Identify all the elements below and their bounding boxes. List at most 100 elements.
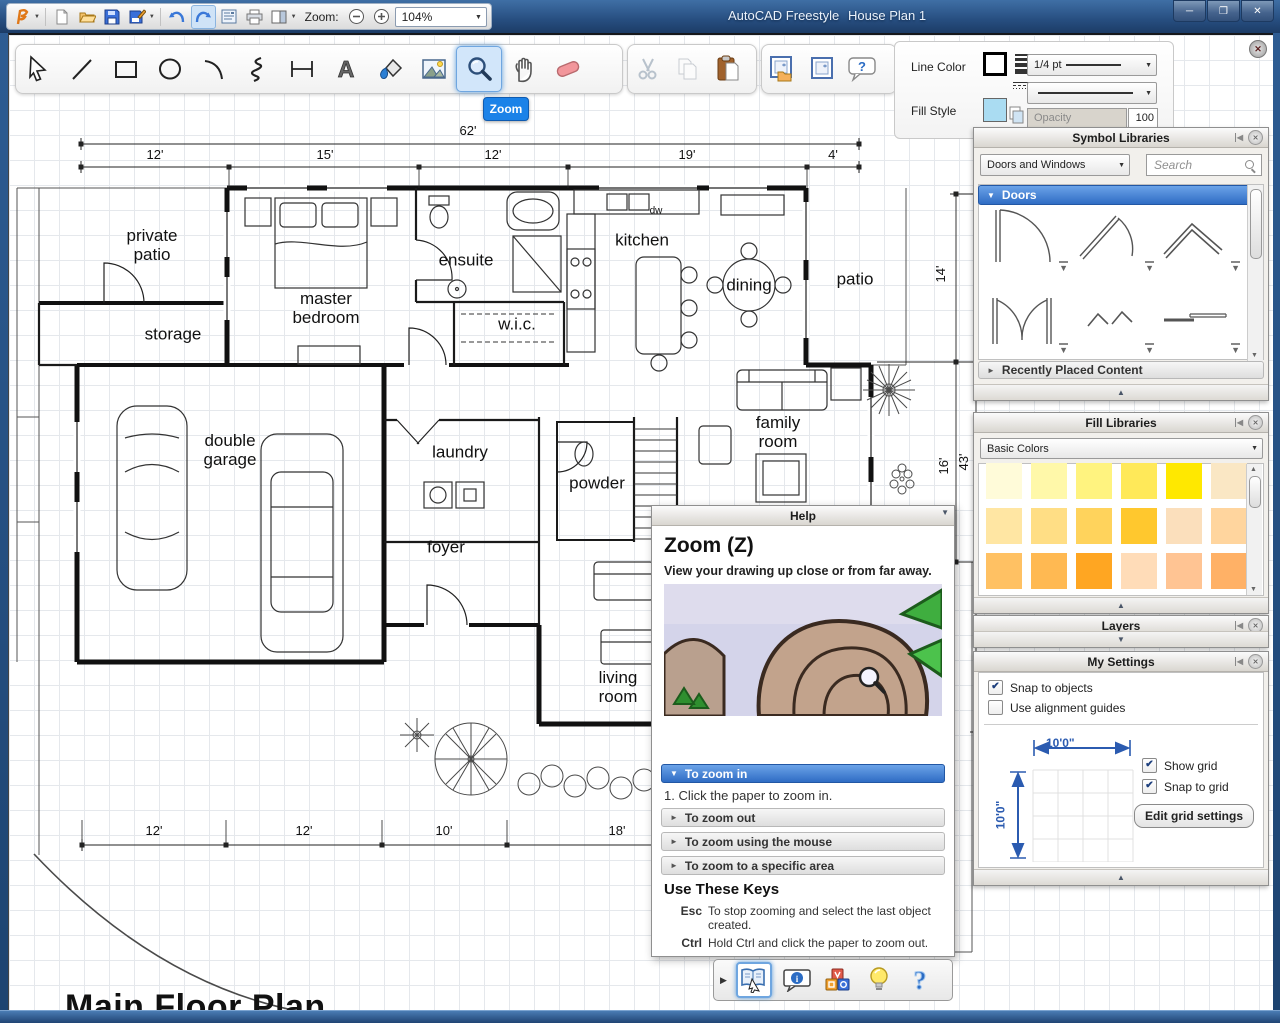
panel-expand-strip[interactable]: ▼ xyxy=(974,631,1268,647)
insert-drawing-tool[interactable] xyxy=(762,47,802,91)
close-panel-icon[interactable]: ✕ xyxy=(1248,654,1263,669)
fill-tool[interactable] xyxy=(368,47,412,91)
new-document-button[interactable] xyxy=(51,6,74,28)
pocket-door[interactable]: ▼ xyxy=(1156,286,1242,358)
search-icon[interactable] xyxy=(1244,159,1256,171)
line-tool[interactable] xyxy=(60,47,104,91)
drawing-canvas[interactable]: 62' 12' 15' 12' 19' 4' 12' 12' 10' 18' 1… xyxy=(8,33,1273,1012)
alignment-guides-checkbox[interactable] xyxy=(988,700,1003,715)
fill-swatch[interactable] xyxy=(1031,463,1067,499)
zoom-in-button[interactable] xyxy=(370,6,393,28)
french-double-door[interactable]: ▼ xyxy=(984,286,1070,358)
panel-collapse-strip[interactable]: ▲ xyxy=(974,384,1268,400)
fill-swatch[interactable] xyxy=(1031,508,1067,544)
help-question-button[interactable]: ? xyxy=(904,964,936,996)
opacity-value[interactable]: 100 xyxy=(1128,108,1158,128)
select-tool[interactable] xyxy=(16,47,60,91)
show-grid-checkbox[interactable]: ✔ xyxy=(1142,758,1157,773)
edit-grid-settings-button[interactable]: Edit grid settings xyxy=(1134,804,1254,828)
fill-swatch[interactable] xyxy=(1166,508,1202,544)
zoom-out-button[interactable] xyxy=(345,6,368,28)
fill-swatch[interactable] xyxy=(986,508,1022,544)
learning-resources-button[interactable] xyxy=(822,964,854,996)
panel-collapse-strip[interactable]: ▲ xyxy=(974,597,1268,613)
symbol-variant-caret[interactable]: ▼ xyxy=(1231,261,1240,274)
pan-tool[interactable] xyxy=(502,47,546,91)
fill-scrollbar[interactable]: ▲ ▼ xyxy=(1246,464,1262,595)
collapse-panel-icon[interactable]: ◀ xyxy=(1235,133,1243,142)
fill-swatch[interactable] xyxy=(1121,553,1157,589)
app-menu-button[interactable] xyxy=(11,6,34,28)
fill-swatch[interactable] xyxy=(986,463,1022,499)
snap-to-grid-checkbox[interactable]: ✔ xyxy=(1142,779,1157,794)
double-bifold-door[interactable]: ▼ xyxy=(1070,286,1156,358)
ellipse-tool[interactable] xyxy=(148,47,192,91)
symbol-variant-caret[interactable]: ▼ xyxy=(1231,343,1240,356)
panel-collapse-strip[interactable]: ▲ xyxy=(974,869,1268,885)
help-section-to-zoom-in[interactable]: ▼ To zoom in xyxy=(661,764,945,783)
collapse-panel-icon[interactable]: ◀ xyxy=(1235,657,1243,666)
fill-swatch[interactable] xyxy=(1076,508,1112,544)
print-button[interactable] xyxy=(243,6,266,28)
fill-library-select[interactable]: Basic Colors ▼ xyxy=(980,438,1263,459)
fill-color-swatch[interactable] xyxy=(983,98,1007,122)
save-as-button[interactable] xyxy=(126,6,149,28)
close-button[interactable]: ✕ xyxy=(1241,0,1274,22)
opacity-field[interactable]: Opacity xyxy=(1027,108,1127,128)
zoom-combo-caret[interactable]: ▼ xyxy=(475,14,482,21)
save-button[interactable] xyxy=(101,6,124,28)
scroll-down-icon[interactable]: ▼ xyxy=(1251,352,1258,359)
help-tool[interactable]: ? xyxy=(842,47,882,91)
open-swing-door[interactable]: ▼ xyxy=(1070,204,1156,276)
line-style-dropdown[interactable]: ▼ xyxy=(1027,82,1157,104)
symbol-scrollbar[interactable]: ▼ xyxy=(1247,185,1263,361)
scrollbar-thumb[interactable] xyxy=(1250,189,1262,259)
symbol-variant-caret[interactable]: ▼ xyxy=(1059,261,1068,274)
symbol-variant-caret[interactable]: ▼ xyxy=(1145,261,1154,274)
fill-swatch[interactable] xyxy=(1211,508,1247,544)
fill-swatch[interactable] xyxy=(1166,463,1202,499)
zoom-level-combobox[interactable]: 104% ▼ xyxy=(395,7,487,27)
fill-swatch[interactable] xyxy=(1211,553,1247,589)
collapse-panel-icon[interactable]: ◀ xyxy=(1235,418,1243,427)
help-toolbar-expand-icon[interactable]: ▶ xyxy=(720,975,727,986)
symbol-variant-caret[interactable]: ▼ xyxy=(1145,343,1154,356)
symbol-variant-caret[interactable]: ▼ xyxy=(1059,343,1068,356)
tips-button[interactable] xyxy=(863,964,895,996)
collapse-panel-icon[interactable]: ◀ xyxy=(1235,621,1243,630)
search-input[interactable]: Search xyxy=(1146,154,1262,176)
recently-placed-header[interactable]: ► Recently Placed Content xyxy=(978,361,1264,379)
dimension-tool[interactable] xyxy=(280,47,324,91)
bifold-door[interactable]: ▼ xyxy=(1156,204,1242,276)
image-tool[interactable] xyxy=(412,47,456,91)
canvas-close-icon[interactable]: ✕ xyxy=(1249,40,1267,58)
fill-swatch[interactable] xyxy=(1121,463,1157,499)
properties-button[interactable] xyxy=(218,6,241,28)
panels-button[interactable] xyxy=(268,6,291,28)
minimize-button[interactable]: ─ xyxy=(1173,0,1206,22)
scrollbar-thumb[interactable] xyxy=(1249,476,1261,508)
fill-swatch[interactable] xyxy=(1031,553,1067,589)
fill-swatch[interactable] xyxy=(1076,463,1112,499)
line-color-swatch[interactable] xyxy=(983,52,1007,76)
fill-swatch[interactable] xyxy=(1211,463,1247,499)
eraser-tool[interactable] xyxy=(546,47,590,91)
help-collapse-icon[interactable]: ▼ xyxy=(941,508,949,517)
scroll-down-icon[interactable]: ▼ xyxy=(1250,586,1257,593)
fill-swatch[interactable] xyxy=(986,553,1022,589)
snap-to-objects-checkbox[interactable]: ✔ xyxy=(988,680,1003,695)
new-drawing-window-tool[interactable] xyxy=(802,47,842,91)
maximize-button[interactable]: ❐ xyxy=(1207,0,1240,22)
copy-tool[interactable] xyxy=(668,47,708,91)
fill-swatch[interactable] xyxy=(1121,508,1157,544)
rectangle-tool[interactable] xyxy=(104,47,148,91)
scroll-up-icon[interactable]: ▲ xyxy=(1250,466,1257,473)
fill-swatch[interactable] xyxy=(1076,553,1112,589)
interactive-help-button[interactable] xyxy=(736,962,772,998)
undo-button[interactable] xyxy=(166,6,189,28)
help-section-to-zoom-out[interactable]: ► To zoom out xyxy=(661,808,945,827)
app-menu-caret[interactable]: ▼ xyxy=(34,14,40,20)
freehand-tool[interactable] xyxy=(236,47,280,91)
zoom-tool[interactable] xyxy=(456,46,502,92)
close-panel-icon[interactable]: ✕ xyxy=(1248,415,1263,430)
